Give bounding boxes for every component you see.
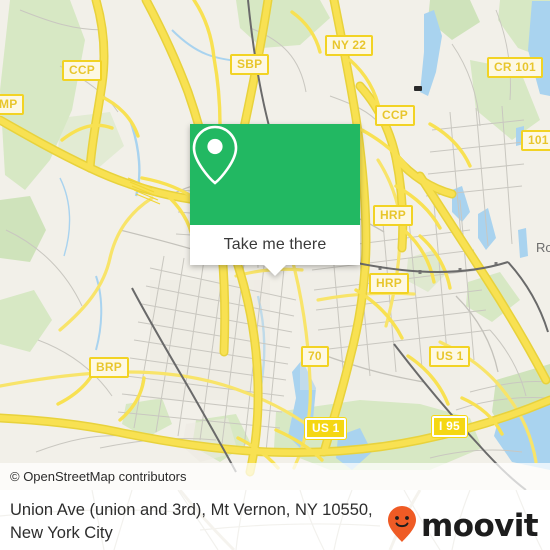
map-attribution-bar: © OpenStreetMap contributors bbox=[0, 463, 550, 490]
popup-pointer-tail bbox=[264, 265, 286, 276]
road-shield-cr-101[interactable]: CR 101 bbox=[487, 57, 543, 78]
take-me-there-label: Take me there bbox=[223, 236, 327, 253]
address-line-2: New York City bbox=[10, 524, 113, 542]
moovit-brand[interactable]: moovit bbox=[387, 505, 539, 548]
road-shield-hrp-lower[interactable]: HRP bbox=[369, 273, 409, 294]
road-shield-brp[interactable]: BRP bbox=[89, 357, 129, 378]
popup-header bbox=[190, 124, 360, 225]
moovit-pin-smiley-icon bbox=[387, 505, 417, 548]
road-shield-sbp[interactable]: SBP bbox=[230, 54, 270, 75]
osm-attribution-text[interactable]: © OpenStreetMap contributors bbox=[0, 469, 187, 484]
road-shield-us-1-south[interactable]: US 1 bbox=[305, 418, 347, 439]
address-line-1: Union Ave (union and 3rd), Mt Vernon, NY… bbox=[10, 501, 373, 519]
road-shield-hrp-upper[interactable]: HRP bbox=[373, 205, 413, 226]
map-canvas[interactable]: .park{fill:#d7e8c4;} .parkdark{fill:#cfe… bbox=[0, 0, 550, 490]
road-shield-ccp-ne[interactable]: CCP bbox=[375, 105, 415, 126]
road-shield-70[interactable]: 70 bbox=[301, 346, 329, 367]
road-shield-mp-west[interactable]: MP bbox=[0, 94, 25, 115]
place-label-new-rochelle: Ro bbox=[536, 240, 550, 255]
footer-bar: Union Ave (union and 3rd), Mt Vernon, NY… bbox=[0, 490, 550, 550]
popup-footer[interactable]: Take me there bbox=[190, 225, 360, 276]
road-shield-us-1-mid[interactable]: US 1 bbox=[429, 346, 471, 367]
moovit-wordmark: moovit bbox=[421, 508, 539, 544]
location-popup-card[interactable]: Take me there bbox=[190, 124, 360, 276]
road-shield-ny-22[interactable]: NY 22 bbox=[325, 35, 374, 56]
location-address: Union Ave (union and 3rd), Mt Vernon, NY… bbox=[10, 499, 410, 545]
road-shield-101[interactable]: 101 bbox=[521, 130, 550, 151]
moovit-map-screenshot: .park{fill:#d7e8c4;} .parkdark{fill:#cfe… bbox=[0, 0, 550, 550]
road-shield-i-95[interactable]: I 95 bbox=[432, 416, 467, 437]
road-shield-ccp-nw[interactable]: CCP bbox=[62, 60, 102, 81]
